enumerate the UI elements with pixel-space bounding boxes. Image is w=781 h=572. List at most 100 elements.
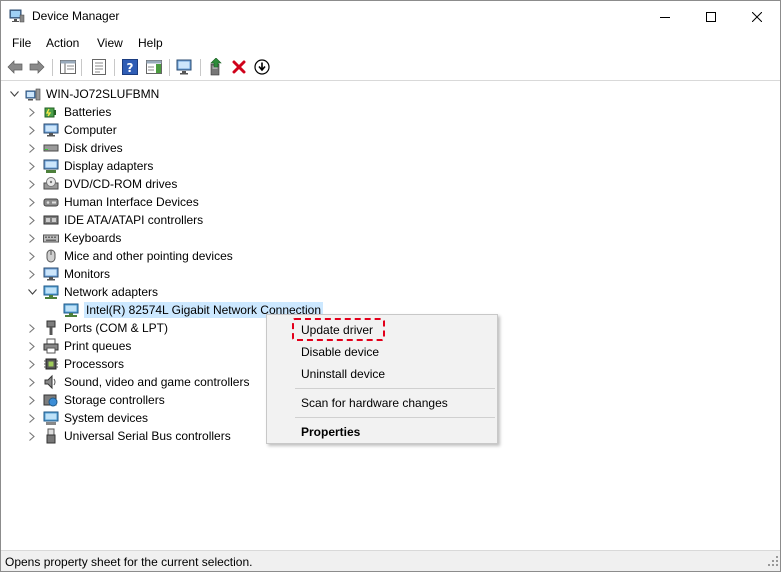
chevron-right-icon[interactable] — [27, 323, 37, 333]
window-title: Device Manager — [32, 9, 120, 23]
tree-category-row[interactable]: Mice and other pointing devices — [27, 247, 233, 265]
tree-category-label: Universal Serial Bus controllers — [64, 429, 231, 443]
menu-item-properties[interactable]: Properties — [301, 425, 360, 439]
menu-help[interactable]: Help — [138, 36, 163, 50]
printer-icon — [43, 338, 59, 354]
network-card-icon — [63, 302, 79, 318]
tree-category-row[interactable]: Display adapters — [27, 157, 153, 175]
chevron-right-icon[interactable] — [27, 143, 37, 153]
close-icon — [752, 11, 762, 22]
chevron-right-icon[interactable] — [27, 107, 37, 117]
processor-icon — [43, 356, 59, 372]
device-manager-app-icon — [9, 9, 25, 23]
chevron-right-icon[interactable] — [27, 179, 37, 189]
title-bar[interactable]: Device Manager — [1, 1, 780, 32]
monitor-icon — [43, 266, 59, 282]
properties-icon[interactable] — [89, 57, 109, 77]
chevron-right-icon[interactable] — [27, 341, 37, 351]
back-arrow-icon[interactable] — [5, 57, 25, 77]
chevron-right-icon[interactable] — [27, 251, 37, 261]
root-label: WIN-JO72SLUFBMN — [46, 87, 160, 101]
help-icon[interactable]: ? — [120, 57, 140, 77]
minimize-button[interactable] — [642, 1, 688, 32]
system-device-icon — [43, 410, 59, 426]
tree-category-label: Keyboards — [64, 231, 122, 245]
tree-category-row[interactable]: Universal Serial Bus controllers — [27, 427, 231, 445]
chevron-right-icon[interactable] — [27, 413, 37, 423]
computer-root-icon — [25, 86, 41, 102]
chevron-right-icon[interactable] — [27, 161, 37, 171]
menu-separator — [295, 388, 495, 389]
battery-icon — [43, 104, 59, 120]
menu-view[interactable]: View — [97, 36, 123, 50]
tree-category-row[interactable]: IDE ATA/ATAPI controllers — [27, 211, 203, 229]
tree-category-label: Human Interface Devices — [64, 195, 199, 209]
menu-item-disable-device[interactable]: Disable device — [301, 345, 379, 359]
action-pane-icon[interactable] — [144, 57, 164, 77]
disk-drive-icon — [43, 140, 59, 156]
chevron-right-icon[interactable] — [27, 269, 37, 279]
mouse-icon — [43, 248, 59, 264]
tree-category-row[interactable]: Network adapters — [27, 283, 158, 301]
chevron-right-icon[interactable] — [27, 359, 37, 369]
chevron-right-icon[interactable] — [27, 125, 37, 135]
tree-category-label: Disk drives — [64, 141, 123, 155]
keyboard-icon — [43, 230, 59, 246]
resize-grip-icon[interactable] — [768, 555, 778, 569]
tree-category-row[interactable]: DVD/CD-ROM drives — [27, 175, 177, 193]
tree-root[interactable]: WIN-JO72SLUFBMN — [9, 85, 159, 103]
tree-category-label: Ports (COM & LPT) — [64, 321, 169, 335]
tree-category-row[interactable]: Print queues — [27, 337, 131, 355]
tree-category-label: Print queues — [64, 339, 132, 353]
maximize-icon — [706, 11, 716, 22]
ide-controller-icon — [43, 212, 59, 228]
tree-category-label: Sound, video and game controllers — [64, 375, 250, 389]
menu-file[interactable]: File — [12, 36, 31, 50]
chevron-down-icon[interactable] — [27, 287, 37, 297]
chevron-down-icon[interactable] — [9, 89, 19, 99]
tree-category-row[interactable]: Storage controllers — [27, 391, 165, 409]
maximize-button[interactable] — [688, 1, 734, 32]
chevron-right-icon[interactable] — [27, 197, 37, 207]
menu-action[interactable]: Action — [46, 36, 79, 50]
tree-category-row[interactable]: Ports (COM & LPT) — [27, 319, 168, 337]
tree-category-label: Monitors — [64, 267, 111, 281]
port-icon — [43, 320, 59, 336]
tree-category-label: Mice and other pointing devices — [64, 249, 233, 263]
tree-category-row[interactable]: Processors — [27, 355, 124, 373]
menu-item-update-driver[interactable]: Update driver — [301, 323, 373, 337]
tree-category-row[interactable]: Human Interface Devices — [27, 193, 199, 211]
tree-category-row[interactable]: System devices — [27, 409, 148, 427]
scan-hardware-icon[interactable] — [175, 57, 195, 77]
computer-icon — [43, 122, 59, 138]
tree-category-label: DVD/CD-ROM drives — [64, 177, 178, 191]
download-icon[interactable] — [252, 57, 272, 77]
menu-separator — [295, 417, 495, 418]
update-driver-icon[interactable] — [206, 57, 226, 77]
chevron-right-icon[interactable] — [27, 395, 37, 405]
tree-category-label: Storage controllers — [64, 393, 165, 407]
tree-category-row[interactable]: Sound, video and game controllers — [27, 373, 249, 391]
context-menu: Update driver Disable device Uninstall d… — [266, 314, 498, 444]
tree-category-row[interactable]: Disk drives — [27, 139, 123, 157]
tree-category-row[interactable]: Batteries — [27, 103, 111, 121]
usb-icon — [43, 428, 59, 444]
forward-arrow-icon[interactable] — [27, 57, 47, 77]
menu-item-uninstall-device[interactable]: Uninstall device — [301, 367, 385, 381]
chevron-right-icon[interactable] — [27, 377, 37, 387]
chevron-right-icon[interactable] — [27, 431, 37, 441]
hid-icon — [43, 194, 59, 210]
tree-category-label: IDE ATA/ATAPI controllers — [64, 213, 204, 227]
tree-category-row[interactable]: Computer — [27, 121, 117, 139]
menu-item-scan-hardware[interactable]: Scan for hardware changes — [301, 396, 448, 410]
tree-category-label: Processors — [64, 357, 125, 371]
uninstall-device-icon[interactable] — [229, 57, 249, 77]
show-hide-console-tree-icon[interactable] — [58, 57, 78, 77]
chevron-right-icon[interactable] — [27, 233, 37, 243]
tree-category-row[interactable]: Monitors — [27, 265, 110, 283]
status-text: Opens property sheet for the current sel… — [5, 555, 253, 569]
close-button[interactable] — [734, 1, 780, 32]
tree-category-label: Network adapters — [64, 285, 159, 299]
chevron-right-icon[interactable] — [27, 215, 37, 225]
tree-category-row[interactable]: Keyboards — [27, 229, 121, 247]
